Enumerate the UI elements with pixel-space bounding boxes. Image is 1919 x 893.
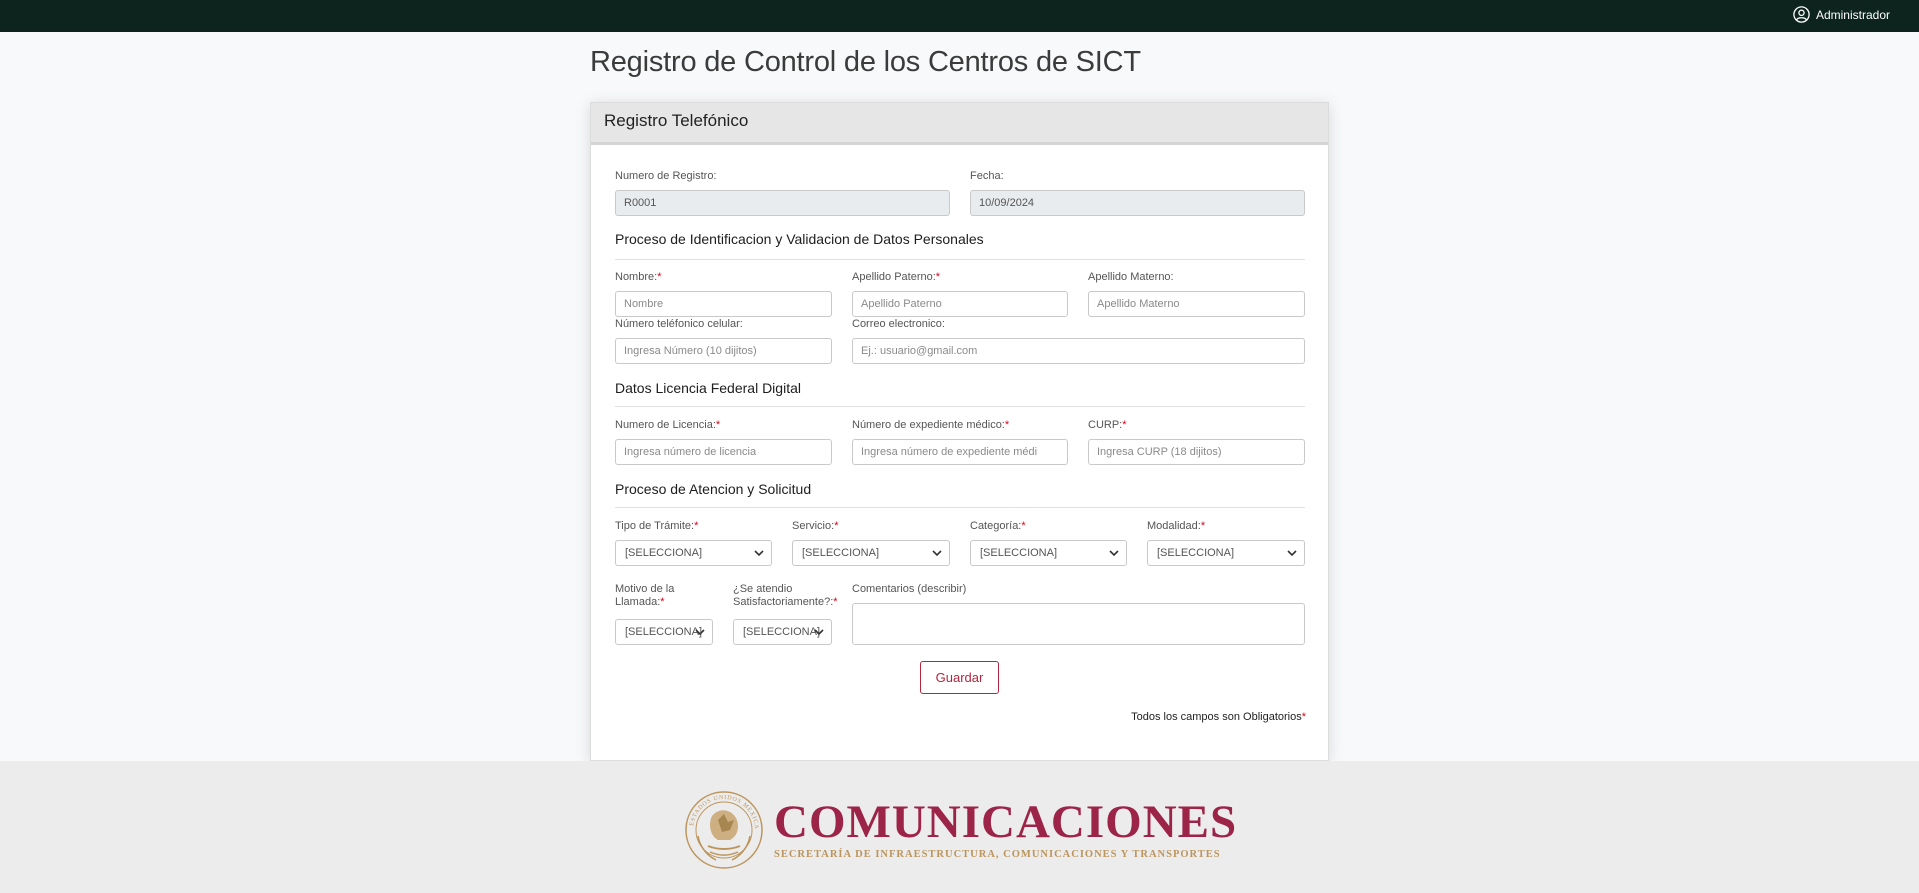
- chevron-down-icon: [932, 550, 942, 557]
- chevron-down-icon: [1287, 550, 1297, 557]
- section-title-personal: Proceso de Identificacion y Validacion d…: [615, 231, 984, 247]
- guardar-button[interactable]: Guardar: [920, 661, 999, 694]
- apellido-paterno-label: Apellido Paterno:*: [852, 271, 941, 283]
- correo-field[interactable]: [852, 338, 1305, 364]
- chevron-down-icon: [754, 550, 764, 557]
- tipo-tramite-select[interactable]: [SELECCIONA]: [615, 540, 772, 566]
- telefono-field[interactable]: [615, 338, 832, 364]
- registro-field[interactable]: [615, 190, 950, 216]
- satisfactorio-value: [SELECCIONA]: [743, 626, 821, 638]
- correo-label: Correo electronico:: [852, 318, 945, 330]
- section-divider: [615, 507, 1305, 508]
- motivo-label: Motivo de la Llamada:*: [615, 583, 675, 608]
- servicio-value: [SELECCIONA]: [802, 547, 880, 559]
- comentarios-textarea[interactable]: [852, 603, 1305, 645]
- required-fields-note: Todos los campos son Obligatorios*: [1131, 711, 1306, 723]
- modalidad-select[interactable]: [SELECCIONA]: [1147, 540, 1305, 566]
- servicio-select[interactable]: [SELECCIONA]: [792, 540, 950, 566]
- licencia-field[interactable]: [615, 439, 832, 465]
- motivo-select[interactable]: [SELECCIONA]: [615, 619, 713, 645]
- nombre-label: Nombre:*: [615, 271, 662, 283]
- page-title: Registro de Control de los Centros de SI…: [590, 46, 1141, 78]
- satisfactorio-select[interactable]: [SELECCIONA]: [733, 619, 832, 645]
- categoria-select[interactable]: [SELECCIONA]: [970, 540, 1127, 566]
- chevron-down-icon: [814, 629, 824, 636]
- fecha-field[interactable]: [970, 190, 1305, 216]
- top-navbar: Administrador: [0, 0, 1919, 32]
- brand-subtitle: SECRETARÍA DE INFRAESTRUCTURA, COMUNICAC…: [774, 849, 1221, 860]
- chevron-down-icon: [1109, 550, 1119, 557]
- card-header: Registro Telefónico: [591, 103, 1328, 145]
- registro-label: Numero de Registro:: [615, 170, 717, 182]
- brand-name: COMUNICACIONES: [774, 796, 1238, 848]
- section-divider: [615, 406, 1305, 407]
- chevron-down-icon: [695, 629, 705, 636]
- user-circle-icon: [1793, 6, 1810, 23]
- tipo-tramite-value: [SELECCIONA]: [625, 547, 703, 559]
- motivo-value: [SELECCIONA]: [625, 626, 703, 638]
- apellido-paterno-field[interactable]: [852, 291, 1068, 317]
- fecha-label: Fecha:: [970, 170, 1004, 182]
- telefono-label: Número teléfonico celular:: [615, 318, 743, 330]
- tipo-tramite-label: Tipo de Trámite:*: [615, 520, 699, 532]
- section-title-atencion: Proceso de Atencion y Solicitud: [615, 481, 812, 497]
- curp-label: CURP:*: [1088, 419, 1127, 431]
- user-menu[interactable]: Administrador: [1793, 6, 1890, 23]
- sict-logo: ESTADOS UNIDOS MEXICANOS COMUNICACIONES …: [684, 790, 1237, 870]
- modalidad-label: Modalidad:*: [1147, 520, 1206, 532]
- section-divider: [615, 259, 1305, 260]
- servicio-label: Servicio:*: [792, 520, 839, 532]
- categoria-label: Categoría:*: [970, 520, 1026, 532]
- satisfactorio-label: ¿Se atendio Satisfactoriamente?:*: [733, 583, 838, 608]
- comentarios-label: Comentarios (describir): [852, 583, 967, 595]
- mexican-coat-of-arms-seal-icon: ESTADOS UNIDOS MEXICANOS: [684, 790, 763, 869]
- apellido-materno-label: Apellido Materno:: [1088, 271, 1174, 283]
- nombre-field[interactable]: [615, 291, 832, 317]
- curp-field[interactable]: [1088, 439, 1305, 465]
- licencia-label: Numero de Licencia:*: [615, 419, 721, 431]
- apellido-materno-field[interactable]: [1088, 291, 1305, 317]
- section-title-licencia: Datos Licencia Federal Digital: [615, 380, 801, 396]
- categoria-value: [SELECCIONA]: [980, 547, 1058, 559]
- expediente-label: Número de expediente médico:*: [852, 419, 1010, 431]
- modalidad-value: [SELECCIONA]: [1157, 547, 1235, 559]
- expediente-field[interactable]: [852, 439, 1068, 465]
- user-name: Administrador: [1815, 7, 1890, 22]
